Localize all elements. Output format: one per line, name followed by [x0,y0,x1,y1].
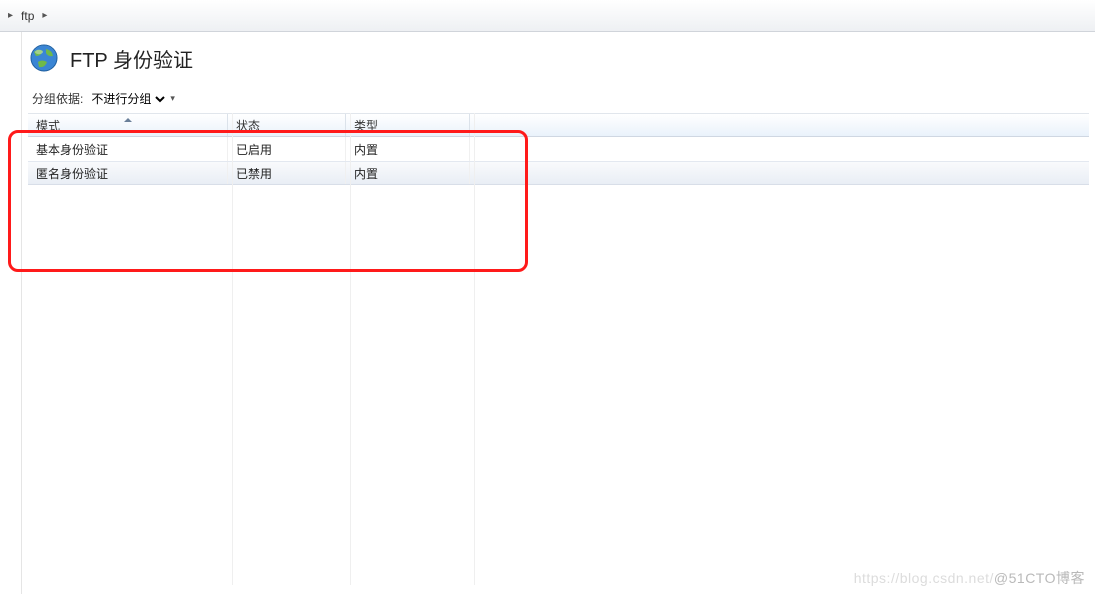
title-row: FTP 身份验证 [28,42,1089,74]
breadcrumb-separator-icon: ▸ [42,10,47,21]
breadcrumb-separator-icon: ▸ [8,10,13,21]
cell-status: 已禁用 [228,162,346,184]
outer-area: FTP 身份验证 分组依据: 不进行分组 ▾ 模式 状态 类型 基本身 [0,32,1095,594]
globe-icon [28,42,60,74]
cell-mode: 基本身份验证 [28,137,228,161]
table-body: 基本身份验证 已启用 内置 匿名身份验证 已禁用 内置 [28,137,1089,185]
cell-type: 内置 [346,137,470,161]
dropdown-indicator-icon: ▾ [170,93,175,104]
cell-type: 内置 [346,162,470,184]
table-row[interactable]: 匿名身份验证 已禁用 内置 [28,161,1089,185]
grouping-row: 分组依据: 不进行分组 ▾ [28,90,1089,107]
grouping-label: 分组依据: [32,90,83,107]
table-header: 模式 状态 类型 [28,113,1089,137]
column-header-type[interactable]: 类型 [346,114,470,136]
breadcrumb-item[interactable]: ftp [17,9,38,23]
auth-table: 模式 状态 类型 基本身份验证 已启用 内置 匿名身份验证 已禁用 内置 [28,113,1089,185]
column-header-mode[interactable]: 模式 [28,114,228,136]
column-header-status[interactable]: 状态 [228,114,346,136]
cell-status: 已启用 [228,137,346,161]
page-title: FTP 身份验证 [70,44,193,73]
cell-mode: 匿名身份验证 [28,162,228,184]
left-gutter [0,32,22,594]
content-area: 模式 状态 类型 基本身份验证 已启用 内置 匿名身份验证 已禁用 内置 [28,113,1089,585]
grouping-select[interactable]: 不进行分组 [87,91,168,107]
main-panel: FTP 身份验证 分组依据: 不进行分组 ▾ 模式 状态 类型 基本身 [22,32,1095,594]
breadcrumb-bar: ▸ ftp ▸ [0,0,1095,32]
table-row[interactable]: 基本身份验证 已启用 内置 [28,137,1089,161]
